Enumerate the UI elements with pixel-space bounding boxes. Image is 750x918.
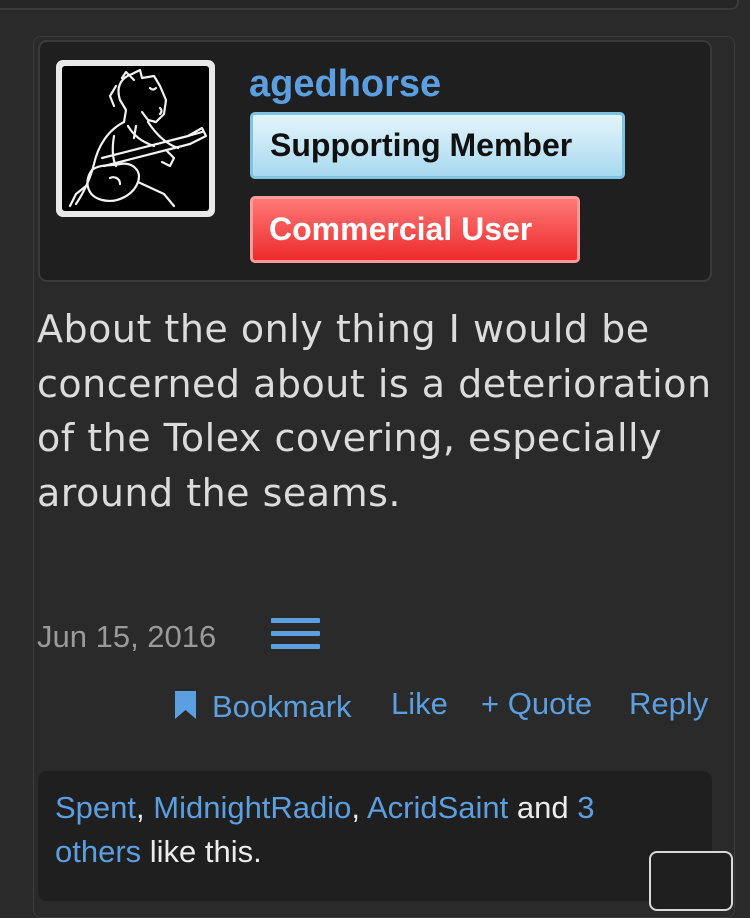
avatar-image <box>62 66 209 211</box>
like-button[interactable]: Like <box>391 686 448 722</box>
likes-separator: , <box>351 790 367 825</box>
likes-and: and <box>508 790 578 825</box>
liker-link[interactable]: Spent <box>55 790 136 825</box>
horse-guitarist-avatar-art <box>68 68 208 208</box>
supporting-member-badge: Supporting Member <box>250 112 625 179</box>
likes-suffix: like this. <box>141 834 262 869</box>
avatar[interactable] <box>56 60 215 217</box>
likes-summary: Spent, MidnightRadio, AcridSaint and 3 o… <box>55 786 665 874</box>
reply-button[interactable]: Reply <box>629 686 708 722</box>
others-link[interactable]: others <box>55 834 141 869</box>
bookmark-icon[interactable] <box>174 690 197 720</box>
hamburger-menu-icon[interactable] <box>271 618 320 649</box>
post-date[interactable]: Jun 15, 2016 <box>37 619 216 655</box>
post-message: About the only thing I would be concerne… <box>37 307 712 515</box>
liker-link[interactable]: AcridSaint <box>367 790 508 825</box>
commercial-user-badge: Commercial User <box>250 196 580 263</box>
scroll-to-top-button[interactable] <box>649 851 733 911</box>
liker-link[interactable]: MidnightRadio <box>153 790 351 825</box>
likes-separator: , <box>136 790 154 825</box>
others-count-link[interactable]: 3 <box>577 790 594 825</box>
quote-button[interactable]: + Quote <box>481 686 592 722</box>
bookmark-button[interactable]: Bookmark <box>212 689 352 725</box>
previous-post-edge <box>0 0 739 10</box>
username-link[interactable]: agedhorse <box>249 63 441 106</box>
